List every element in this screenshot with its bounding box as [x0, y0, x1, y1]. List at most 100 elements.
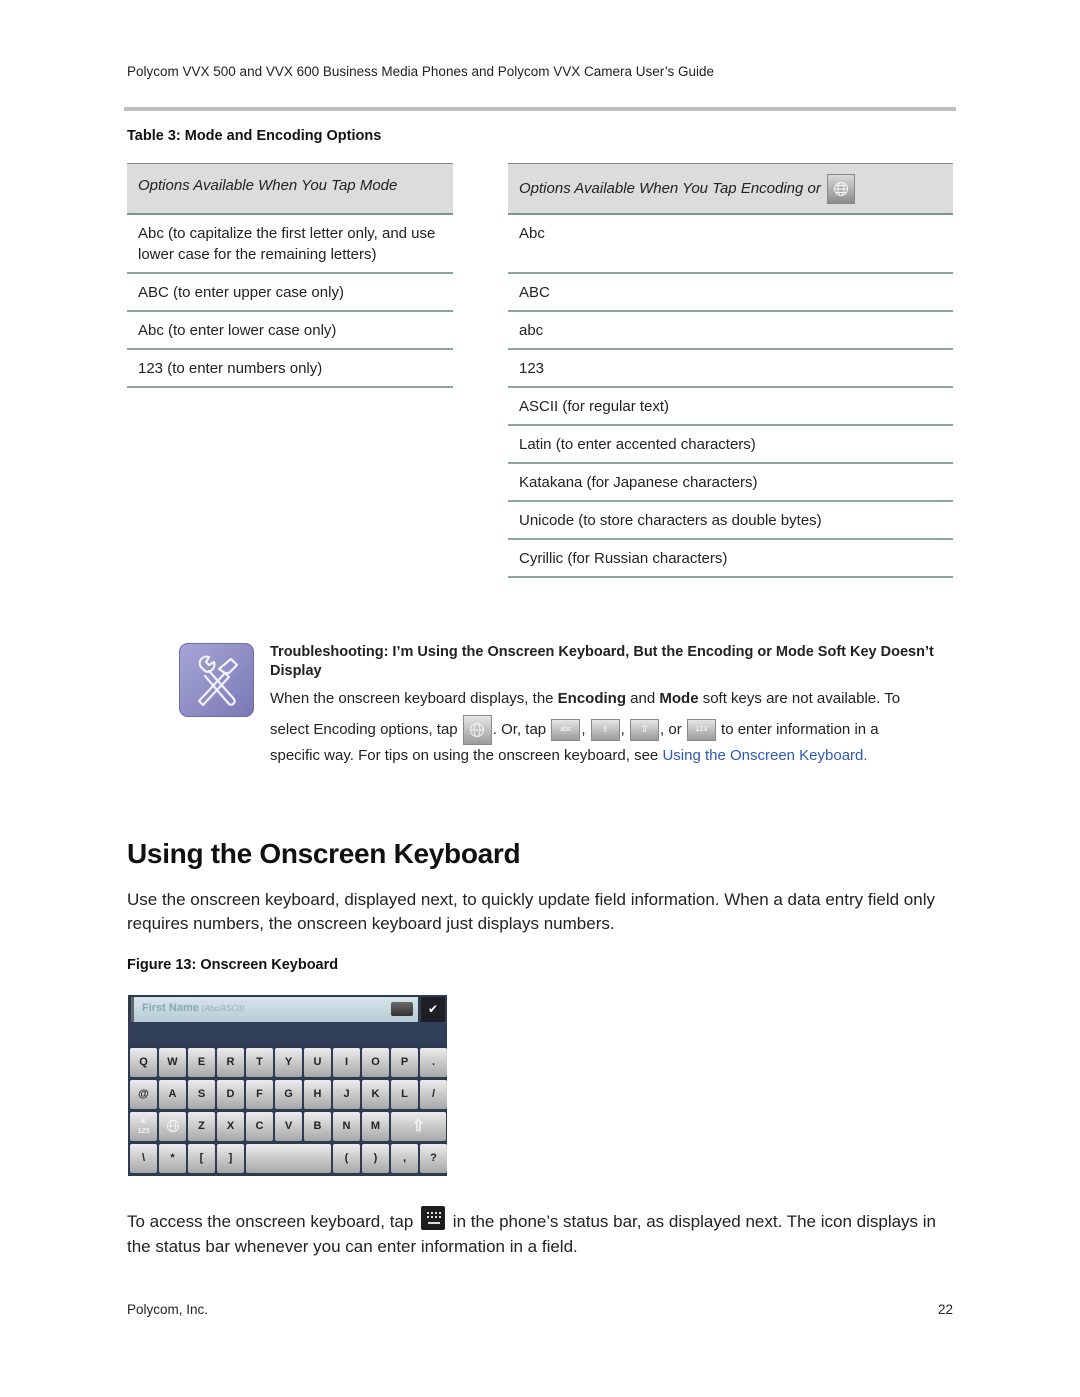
key-z[interactable]: Z	[188, 1112, 215, 1141]
mode-options-table: Options Available When You Tap Mode Abc …	[127, 163, 453, 388]
tip-title: Troubleshooting: I’m Using the Onscreen …	[270, 644, 934, 679]
globe-icon	[166, 1119, 179, 1133]
tip-line-2: select Encoding options, tap . Or, tap a…	[270, 715, 950, 745]
key-k[interactable]: K	[362, 1080, 389, 1109]
globe-key[interactable]	[159, 1112, 186, 1141]
key-symbol[interactable]: *	[159, 1144, 186, 1173]
tip-line-3: specific way. For tips on using the onsc…	[270, 745, 950, 766]
mode-column-header-text: Options Available When You Tap Mode	[138, 177, 398, 194]
first-name-field[interactable]: First Name (Abc/ASCII)	[131, 997, 418, 1022]
key-symbol[interactable]: ?	[420, 1144, 447, 1173]
confirm-check-button[interactable]: ✔	[421, 997, 445, 1022]
key-symbol[interactable]: (	[333, 1144, 360, 1173]
figure-caption: Figure 13: Onscreen Keyboard	[127, 957, 339, 973]
key-e[interactable]: E	[188, 1048, 215, 1077]
table-row: ABC (to enter upper case only)	[127, 274, 453, 312]
access-paragraph: To access the onscreen keyboard, tap in …	[127, 1206, 957, 1259]
key-d[interactable]: D	[217, 1080, 244, 1109]
tip-text: and	[626, 690, 660, 707]
tip-text: specific way. For tips on using the onsc…	[270, 747, 663, 764]
key-g[interactable]: G	[275, 1080, 302, 1109]
table-row: Katakana (for Japanese characters)	[508, 464, 953, 502]
table-caption: Table 3: Mode and Encoding Options	[127, 128, 382, 144]
mode-column-header: Options Available When You Tap Mode	[127, 164, 453, 215]
tip-text: , or	[660, 720, 682, 738]
header-rule	[124, 107, 956, 111]
abc-key-icon: abc	[551, 719, 581, 741]
key-symbol[interactable]: ,	[391, 1144, 418, 1173]
table-row: Abc (to capitalize the first letter only…	[127, 215, 453, 274]
table-row: Abc (to enter lower case only)	[127, 312, 453, 350]
key-s[interactable]: S	[188, 1080, 215, 1109]
key-j[interactable]: J	[333, 1080, 360, 1109]
key-c[interactable]: C	[246, 1112, 273, 1141]
onscreen-keyboard-figure: First Name (Abc/ASCII) ✔ Q W E R T Y U I O P. @ A S D…	[128, 995, 447, 1176]
numeric-key-icon: 123	[686, 719, 716, 741]
key-symbol[interactable]: .	[420, 1048, 447, 1077]
key-symbol[interactable]: ]	[217, 1144, 244, 1173]
key-r[interactable]: R	[217, 1048, 244, 1077]
space-key[interactable]	[246, 1144, 331, 1173]
tip-text: ,	[620, 720, 625, 738]
key-x[interactable]: X	[217, 1112, 244, 1141]
key-symbol[interactable]: /	[420, 1080, 447, 1109]
section-title: Using the Onscreen Keyboard	[127, 838, 521, 869]
tip-text: soft keys are not available. To	[698, 690, 901, 707]
keyboard-band	[128, 1022, 447, 1045]
key-m[interactable]: M	[362, 1112, 389, 1141]
key-symbol[interactable]: @	[130, 1080, 157, 1109]
backspace-icon[interactable]	[391, 1002, 413, 1016]
key-o[interactable]: O	[362, 1048, 389, 1077]
key-a[interactable]: A	[159, 1080, 186, 1109]
table-row: 123	[508, 350, 953, 388]
key-w[interactable]: W	[159, 1048, 186, 1077]
key-symbol[interactable]: )	[362, 1144, 389, 1173]
encoding-column-header: Options Available When You Tap Encoding …	[508, 164, 953, 215]
globe-icon	[826, 173, 855, 204]
key-t[interactable]: T	[246, 1048, 273, 1077]
mode-term: Mode	[659, 690, 699, 707]
shift-caps-key-icon: ⇧	[590, 719, 620, 741]
footer-page-number: 22	[938, 1302, 954, 1317]
key-b[interactable]: B	[304, 1112, 331, 1141]
key-n[interactable]: N	[333, 1112, 360, 1141]
key-symbol[interactable]: [	[188, 1144, 215, 1173]
table-row: abc	[508, 312, 953, 350]
numeric-mode-key[interactable]: & 123	[130, 1112, 157, 1141]
encoding-term: Encoding	[557, 690, 626, 707]
table-row: Cyrillic (for Russian characters)	[508, 540, 953, 578]
field-placeholder: First Name (Abc/ASCII)	[142, 1002, 245, 1014]
key-f[interactable]: F	[246, 1080, 273, 1109]
key-y[interactable]: Y	[275, 1048, 302, 1077]
encoding-column-header-text: Options Available When You Tap Encoding …	[519, 180, 821, 197]
key-h[interactable]: H	[304, 1080, 331, 1109]
shift-key-icon: ⇧	[630, 719, 660, 741]
key-v[interactable]: V	[275, 1112, 302, 1141]
running-header: Polycom VVX 500 and VVX 600 Business Med…	[127, 64, 715, 79]
table-row: Abc	[508, 215, 953, 274]
tools-icon	[179, 643, 254, 717]
table-row: ABC	[508, 274, 953, 312]
key-p[interactable]: P	[391, 1048, 418, 1077]
table-row: 123 (to enter numbers only)	[127, 350, 453, 388]
key-symbol[interactable]: \	[130, 1144, 157, 1173]
shift-key[interactable]: ⇧	[391, 1112, 446, 1141]
key-l[interactable]: L	[391, 1080, 418, 1109]
key-i[interactable]: I	[333, 1048, 360, 1077]
table-row: Unicode (to store characters as double b…	[508, 502, 953, 540]
access-text: To access the onscreen keyboard, tap	[127, 1212, 419, 1231]
tip-text: to enter information in a	[716, 720, 879, 738]
tip-text: ,	[581, 720, 586, 738]
tip-text: select Encoding options, tap	[270, 720, 462, 738]
shift-icon: ⇧	[411, 1118, 426, 1135]
key-q[interactable]: Q	[130, 1048, 157, 1077]
encoding-options-table: Options Available When You Tap Encoding …	[508, 163, 953, 578]
tip-line-1: When the onscreen keyboard displays, the…	[270, 688, 950, 709]
table-row: ASCII (for regular text)	[508, 388, 953, 426]
table-row: Latin (to enter accented characters)	[508, 426, 953, 464]
intro-paragraph: Use the onscreen keyboard, displayed nex…	[127, 890, 935, 933]
onscreen-keyboard-link[interactable]: Using the Onscreen Keyboard.	[662, 747, 867, 764]
key-u[interactable]: U	[304, 1048, 331, 1077]
tip-body: When the onscreen keyboard displays, the…	[270, 688, 950, 766]
tip-text: When the onscreen keyboard displays, the	[270, 690, 558, 707]
